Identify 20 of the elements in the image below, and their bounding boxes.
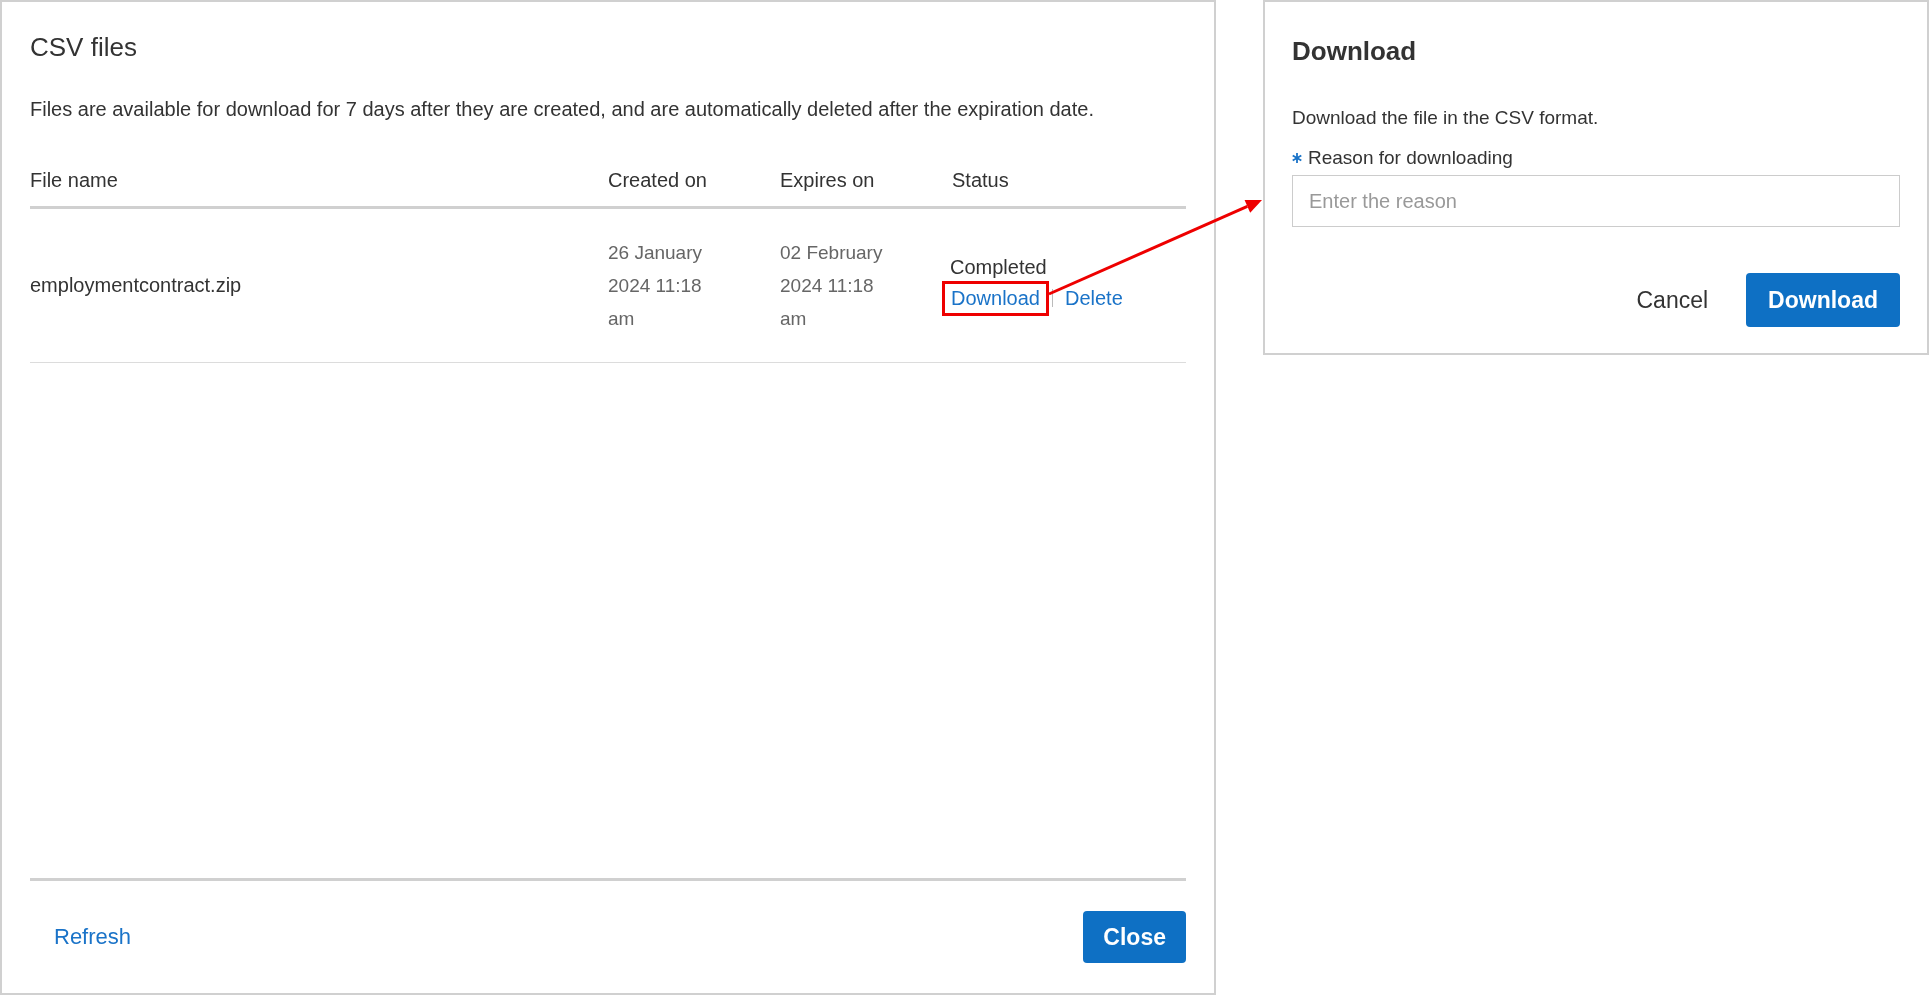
table-cell: employmentcontract.zip (30, 274, 242, 296)
panel-title: CSV files (30, 32, 138, 63)
table-cell-text: 26 January 2024 11:18 am (608, 241, 703, 331)
dialog-title: Download (1292, 36, 1418, 67)
status-text: Completed (950, 255, 1048, 279)
refresh-link[interactable]: Refresh (54, 924, 132, 950)
column-header: Status (952, 168, 1010, 192)
dialog-description: Download the file in the CSV format. (1292, 107, 1600, 129)
action-link[interactable]: Download (951, 286, 1040, 309)
reason-field[interactable]: Enter the reason (1292, 175, 1900, 227)
download-button[interactable]: Download (1746, 273, 1900, 327)
panel-description: Files are available for download for 7 days after they are created, and are automatically deleted after the expiration date. (30, 97, 1095, 122)
action-link[interactable]: Delete (1064, 286, 1123, 309)
column-header: Created on (608, 168, 708, 192)
column-header: Expires on (780, 168, 876, 192)
close-button[interactable]: Close (1083, 911, 1186, 963)
table-cell-text: 02 February 2024 11:18 am (780, 241, 884, 331)
field-label: Reason for downloading (1308, 147, 1513, 169)
column-header: File name (30, 168, 119, 192)
cancel-button[interactable]: Cancel (1630, 285, 1715, 315)
